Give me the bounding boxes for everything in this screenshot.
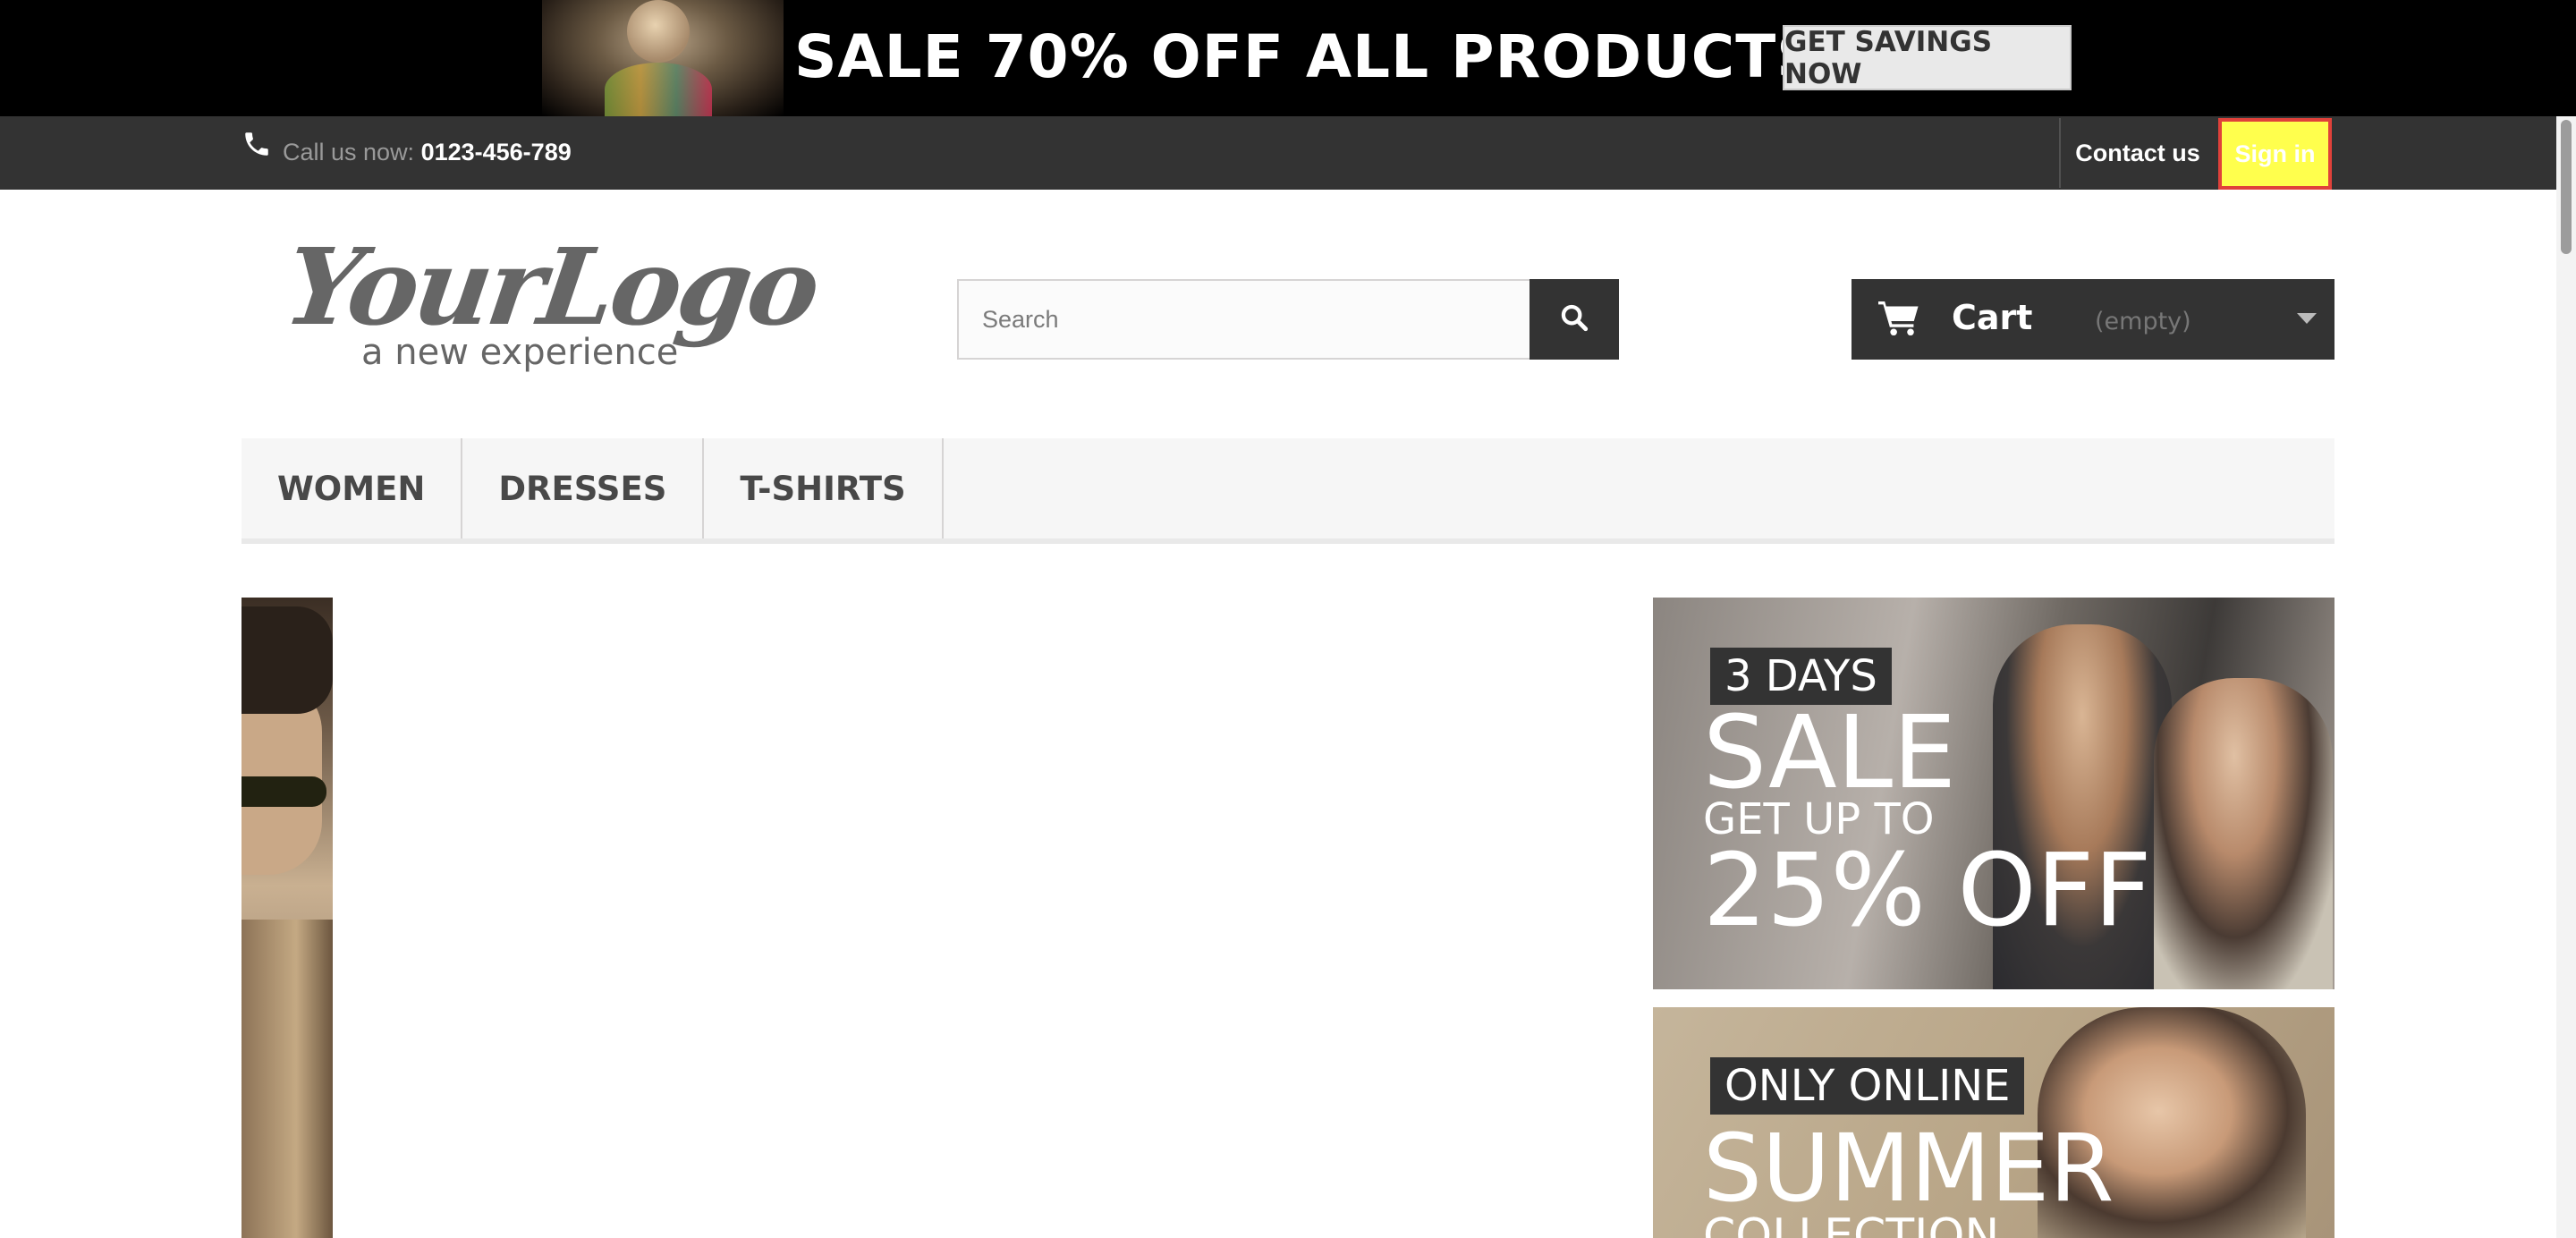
cart-label: Cart: [1952, 298, 2033, 337]
phone-number: 0123-456-789: [420, 139, 572, 165]
site-logo[interactable]: YourLogo a new experience: [277, 225, 824, 381]
call-label: Call us now:: [283, 139, 421, 165]
summer-ad-banner[interactable]: ONLY ONLINE SUMMER COLLECTION: [1653, 1007, 2334, 1238]
promo-banner[interactable]: SALE 70% OFF ALL PRODUCTS GET SAVINGS NO…: [0, 0, 2576, 116]
ad-headline: SUMMER: [1703, 1114, 2114, 1223]
menu-item-dresses[interactable]: DRESSES: [462, 438, 705, 538]
sale-ad-banner[interactable]: 3 DAYS SALE GET UP TO 25% OFF: [1653, 598, 2334, 989]
ad-headline: SALE: [1703, 695, 1956, 811]
ad-offer: 25% OFF: [1703, 833, 2152, 949]
page-scrollbar[interactable]: [2556, 116, 2576, 1238]
search-icon: [1559, 302, 1589, 337]
search-bar: [957, 279, 1619, 360]
search-button[interactable]: [1530, 279, 1619, 360]
logo-wordmark: YourLogo: [277, 225, 825, 349]
menu-item-women[interactable]: WOMEN: [242, 438, 463, 538]
logo-tagline: a new experience: [361, 332, 679, 373]
chevron-down-icon: [2297, 313, 2317, 324]
search-input[interactable]: [957, 279, 1531, 360]
cart-status: (empty): [2095, 308, 2191, 335]
phone-icon: [242, 129, 272, 159]
menu-item-t-shirts[interactable]: T-SHIRTS: [704, 438, 944, 538]
promo-headline: SALE 70% OFF ALL PRODUCTS: [794, 22, 1820, 91]
get-savings-button[interactable]: GET SAVINGS NOW: [1783, 25, 2072, 90]
ad-tag: ONLY ONLINE: [1710, 1057, 2025, 1115]
promo-model-image: [542, 0, 784, 116]
cart-icon: [1878, 299, 1921, 336]
top-nav-bar: Call us now: 0123-456-789 Contact us Sig…: [0, 116, 2576, 190]
ad-subline: COLLECTION: [1703, 1209, 2000, 1238]
cart-button[interactable]: Cart (empty): [1852, 279, 2334, 360]
call-us-text: Call us now: 0123-456-789: [283, 136, 572, 168]
main-menu: WOMEN DRESSES T-SHIRTS: [242, 438, 2334, 544]
contact-us-link[interactable]: Contact us: [2061, 116, 2215, 190]
home-slider-image[interactable]: [242, 598, 333, 1238]
sign-in-button[interactable]: Sign in: [2218, 118, 2332, 190]
scrollbar-thumb[interactable]: [2561, 120, 2572, 254]
